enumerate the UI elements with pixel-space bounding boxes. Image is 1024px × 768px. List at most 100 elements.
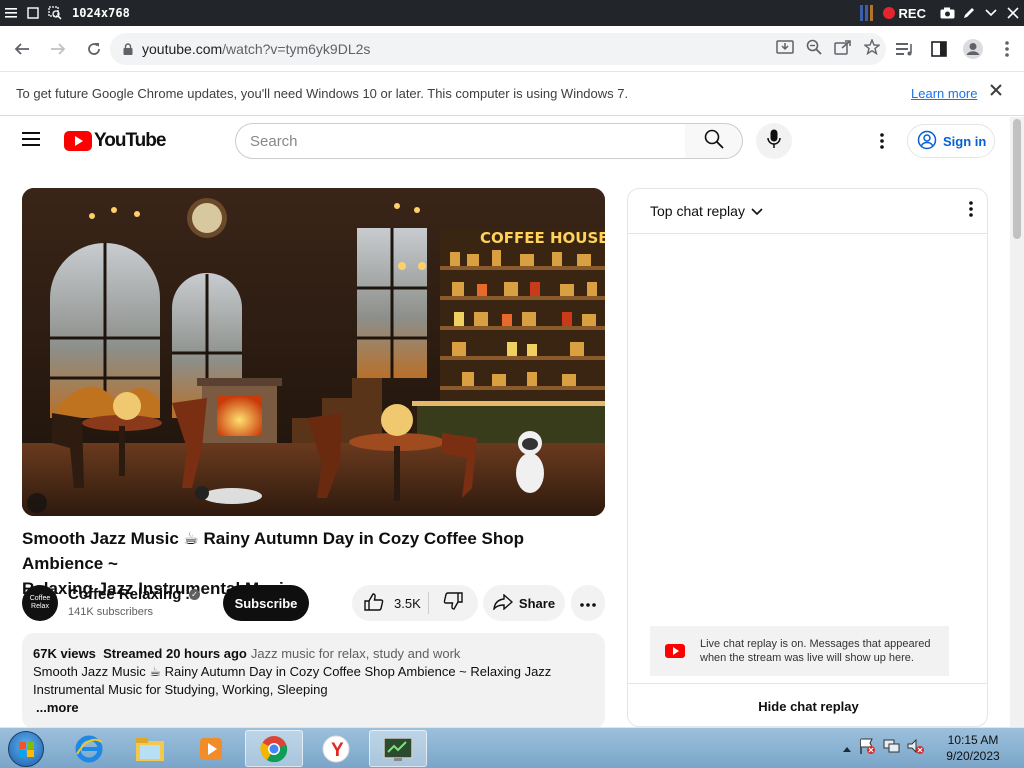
camera-icon[interactable] <box>936 0 958 26</box>
audio-level-icon <box>859 5 873 21</box>
record-button[interactable]: REC <box>882 5 926 21</box>
settings-kebab-icon[interactable] <box>870 129 894 153</box>
description-line2: Instrumental Music for Studying, Working… <box>33 682 328 697</box>
record-dot-icon <box>882 7 895 19</box>
chat-replay-notice: Live chat replay is on. Messages that ap… <box>650 626 949 676</box>
clock-date: 9/20/2023 <box>946 749 1000 763</box>
chat-notice-line2: when the stream was live will show up he… <box>700 652 914 664</box>
share-arrow-icon <box>492 592 513 613</box>
sign-in-label: Sign in <box>943 133 987 149</box>
learn-more-link[interactable]: Learn more <box>911 86 977 101</box>
subscriber-count: 141K subscribers <box>68 606 153 618</box>
yandex-browser-icon[interactable]: Y <box>307 730 365 767</box>
description-line1: Smooth Jazz Music ☕ Rainy Autumn Day in … <box>33 664 552 679</box>
bookmark-star-icon[interactable] <box>863 37 881 60</box>
infobar-close-icon[interactable] <box>990 84 1002 99</box>
view-count: 67K views <box>33 646 96 661</box>
channel-avatar[interactable]: Coffee Relax <box>22 585 58 621</box>
show-hidden-icons-icon[interactable] <box>842 740 852 758</box>
system-tray <box>842 728 924 768</box>
zoom-icon[interactable] <box>806 39 822 60</box>
recorder-app-icon[interactable] <box>369 730 427 767</box>
search-button[interactable] <box>685 123 743 159</box>
chrome-taskbar-icon[interactable] <box>245 730 303 767</box>
video-title-line1: Smooth Jazz Music ☕ Rainy Autumn Day in … <box>22 529 524 573</box>
start-button[interactable] <box>8 731 44 767</box>
network-icon[interactable] <box>882 737 900 760</box>
page-scrollbar[interactable] <box>1010 117 1024 727</box>
taskbar-clock[interactable]: 10:15 AM 9/20/2023 <box>936 732 1010 764</box>
region-icon[interactable] <box>44 0 66 26</box>
video-owner-row: Coffee Relax Coffee Relaxing ... ✓ 141K … <box>22 585 605 621</box>
internet-explorer-icon[interactable] <box>60 730 118 767</box>
update-infobar: To get future Google Chrome updates, you… <box>0 72 1024 116</box>
scrollbar-thumb[interactable] <box>1013 119 1021 239</box>
subscribe-button[interactable]: Subscribe <box>223 585 309 621</box>
dislike-button[interactable] <box>429 591 477 615</box>
live-chat-panel: Top chat replay Live chat replay is on. … <box>627 188 988 727</box>
coffee-house-sign: COFFEE HOUSE <box>480 229 605 247</box>
guide-menu-icon[interactable] <box>22 131 42 151</box>
channel-name[interactable]: Coffee Relaxing ... <box>68 586 198 603</box>
window-icon[interactable] <box>22 0 44 26</box>
account-icon <box>917 130 937 153</box>
browser-toolbar: youtube.com/watch?v=tym6yk9DL2s <box>0 26 1024 72</box>
youtube-page: YouTube Search Sign in COFFEE HOUSE Smoo… <box>0 117 1010 727</box>
infobar-message: To get future Google Chrome updates, you… <box>16 86 629 101</box>
youtube-icon <box>665 644 685 658</box>
back-icon[interactable] <box>6 33 38 65</box>
thumbs-up-icon <box>364 592 384 614</box>
file-explorer-icon[interactable] <box>121 730 179 767</box>
like-button[interactable]: 3.5K <box>352 592 428 614</box>
svg-text:Y: Y <box>331 740 344 761</box>
description-box[interactable]: 67K views Streamed 20 hours ago Jazz musi… <box>22 633 605 727</box>
address-bar[interactable]: youtube.com/watch?v=tym6yk9DL2s <box>110 33 886 65</box>
chat-mode-selector[interactable]: Top chat replay <box>650 203 745 219</box>
chat-header: Top chat replay <box>628 189 987 234</box>
stream-date: Streamed 20 hours ago <box>103 646 247 661</box>
like-dislike-group: 3.5K <box>352 585 478 621</box>
url-host: youtube.com <box>142 41 223 57</box>
recorder-bar: 1024x768 REC <box>0 0 1024 26</box>
description-tag[interactable]: Jazz music for relax, study and work <box>251 646 461 661</box>
youtube-play-icon <box>64 131 92 151</box>
pen-icon[interactable] <box>958 0 980 26</box>
windows-taskbar: Y 10:15 AM 9/20/2023 <box>0 727 1024 768</box>
share-label: Share <box>518 595 556 611</box>
show-more-link[interactable]: ...more <box>36 699 595 717</box>
media-player-icon[interactable] <box>182 730 240 767</box>
search-input[interactable]: Search <box>235 123 686 159</box>
menu-icon[interactable] <box>0 0 22 26</box>
side-panel-icon[interactable] <box>926 36 952 62</box>
chrome-menu-icon[interactable] <box>994 36 1020 62</box>
reload-icon[interactable] <box>78 33 110 65</box>
more-actions-button[interactable] <box>571 585 605 621</box>
microphone-icon <box>767 129 781 154</box>
chat-notice-line1: Live chat replay is on. Messages that ap… <box>700 638 931 650</box>
voice-search-button[interactable] <box>756 123 792 159</box>
url-path: /watch?v=tym6yk9DL2s <box>222 41 371 57</box>
sign-in-button[interactable]: Sign in <box>907 124 995 158</box>
share-button[interactable]: Share <box>483 585 565 621</box>
media-controls-icon[interactable] <box>892 36 918 62</box>
volume-muted-icon[interactable] <box>906 737 924 760</box>
close-icon[interactable] <box>1002 0 1024 26</box>
forward-icon[interactable] <box>42 33 74 65</box>
install-icon[interactable] <box>776 39 794 60</box>
action-center-flag-icon[interactable] <box>858 737 876 760</box>
profile-avatar[interactable] <box>960 36 986 62</box>
url-text[interactable]: youtube.com/watch?v=tym6yk9DL2s <box>142 41 370 57</box>
lock-icon[interactable] <box>120 43 136 55</box>
chevron-down-icon[interactable] <box>980 0 1002 26</box>
share-page-icon[interactable] <box>834 39 852 60</box>
video-player[interactable]: COFFEE HOUSE <box>22 188 605 516</box>
clock-time: 10:15 AM <box>947 733 999 747</box>
recording-size-label: 1024x768 <box>72 6 130 20</box>
chevron-down-icon[interactable] <box>751 203 763 219</box>
thumbs-down-icon <box>443 591 463 615</box>
record-label: REC <box>898 5 926 21</box>
chat-kebab-icon[interactable] <box>969 201 973 220</box>
youtube-logo[interactable]: YouTube <box>64 130 166 152</box>
description-meta: 67K views Streamed 20 hours ago Jazz musi… <box>33 645 595 663</box>
hide-chat-button[interactable]: Hide chat replay <box>628 683 987 726</box>
